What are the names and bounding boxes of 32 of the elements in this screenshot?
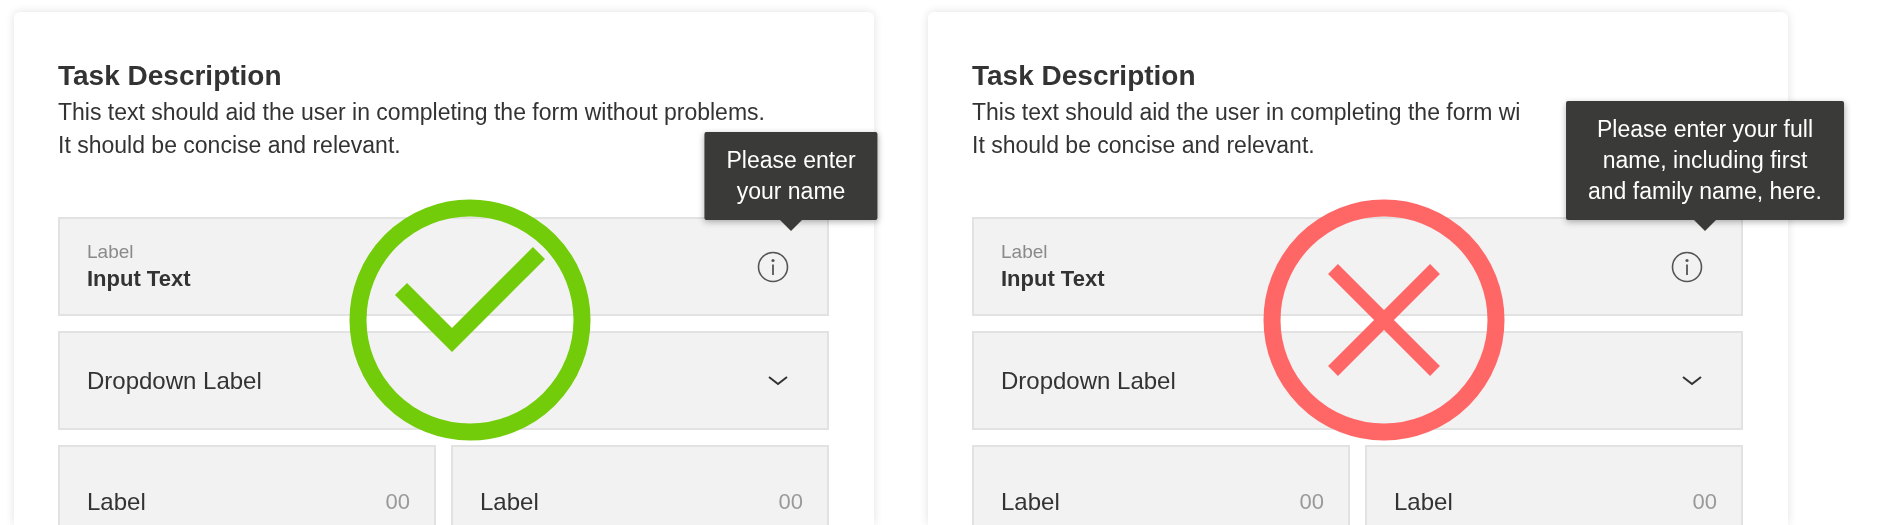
tooltip-arrow [1694,220,1716,231]
input-field[interactable]: Label 00 [451,445,829,525]
tooltip: Please enter your full name, including first and family name, here. [1566,101,1844,220]
task-title: Task Description [972,59,1196,93]
description-line: This text should aid the user in completing the form wi [972,98,1521,127]
chevron-down-icon [1681,375,1703,386]
input-field[interactable]: Label 00 [58,445,436,525]
field-label: Label [87,239,135,264]
tooltip-arrow [780,220,802,231]
info-icon [1671,250,1703,283]
counter-value: 00 [1299,488,1324,516]
dropdown[interactable]: Dropdown Label [58,331,829,430]
input-value: Input Text [87,264,191,293]
task-title: Task Description [58,59,282,93]
input-field[interactable]: Label Input Text [58,217,829,316]
input-field[interactable]: Label 00 [972,445,1350,525]
counter-value: 00 [1692,488,1717,516]
counter-value: 00 [778,488,803,516]
field-label: Label [1001,239,1049,264]
dropdown[interactable]: Dropdown Label [972,331,1743,430]
description-line: It should be concise and relevant. [58,131,401,160]
chevron-down-icon [767,375,789,386]
input-value: Input Text [1001,264,1105,293]
info-icon [757,250,789,283]
input-field[interactable]: Label 00 [1365,445,1743,525]
check-circle-icon [349,199,591,441]
description-line: This text should aid the user in completing the form without problems. [58,98,765,127]
description-line: It should be concise and relevant. [972,131,1315,160]
tooltip: Please enter your name [704,132,878,220]
counter-value: 00 [385,488,410,516]
input-field[interactable]: Label Input Text [972,217,1743,316]
cross-circle-icon [1263,199,1505,441]
